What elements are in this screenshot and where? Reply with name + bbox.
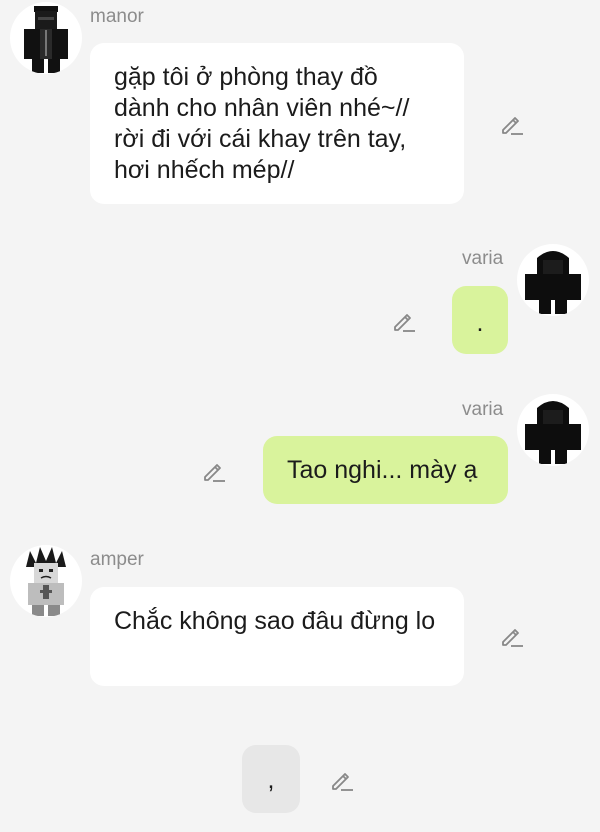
message-text: Tao nghi... mày ạ (287, 456, 478, 484)
username-manor: manor (90, 6, 144, 27)
edit-message-button[interactable] (391, 308, 417, 334)
edit-message-button[interactable] (499, 111, 525, 137)
avatar-varia[interactable] (517, 394, 589, 466)
username-varia: varia (462, 248, 504, 269)
edit-message-button[interactable] (329, 767, 355, 793)
pencil-edit-icon (332, 773, 353, 791)
message-text: gặp tôi ở phòng thay đồ dành cho nhân vi… (114, 63, 410, 184)
spiky-hair-character-avatar-icon (26, 547, 66, 616)
avatar-manor[interactable] (10, 2, 82, 74)
avatar-amper[interactable] (10, 545, 82, 617)
message-bubble-varia[interactable]: . (452, 286, 508, 354)
edit-message-button[interactable] (499, 623, 525, 649)
message-bubble-manor[interactable]: gặp tôi ở phòng thay đồ dành cho nhân vi… (90, 43, 464, 204)
avatar-varia[interactable] (517, 244, 589, 316)
dark-hooded-figure-avatar-icon (525, 401, 581, 464)
edit-message-button[interactable] (201, 458, 227, 484)
masked-black-suit-avatar-icon (24, 6, 68, 73)
pencil-edit-icon (204, 464, 225, 482)
draft-message-bubble[interactable]: , (242, 745, 300, 813)
pencil-edit-icon (502, 629, 523, 647)
message-text: . (476, 309, 484, 337)
pencil-edit-icon (394, 314, 415, 332)
username-amper: amper (90, 549, 144, 570)
username-varia: varia (462, 399, 504, 420)
dark-hooded-figure-avatar-icon (525, 251, 581, 314)
message-text: Chắc không sao đâu đừng lo (114, 607, 436, 635)
message-bubble-varia[interactable]: Tao nghi... mày ạ (263, 436, 508, 504)
message-text: , (267, 766, 275, 794)
pencil-edit-icon (502, 117, 523, 135)
message-bubble-amper[interactable]: Chắc không sao đâu đừng lo (90, 587, 464, 686)
